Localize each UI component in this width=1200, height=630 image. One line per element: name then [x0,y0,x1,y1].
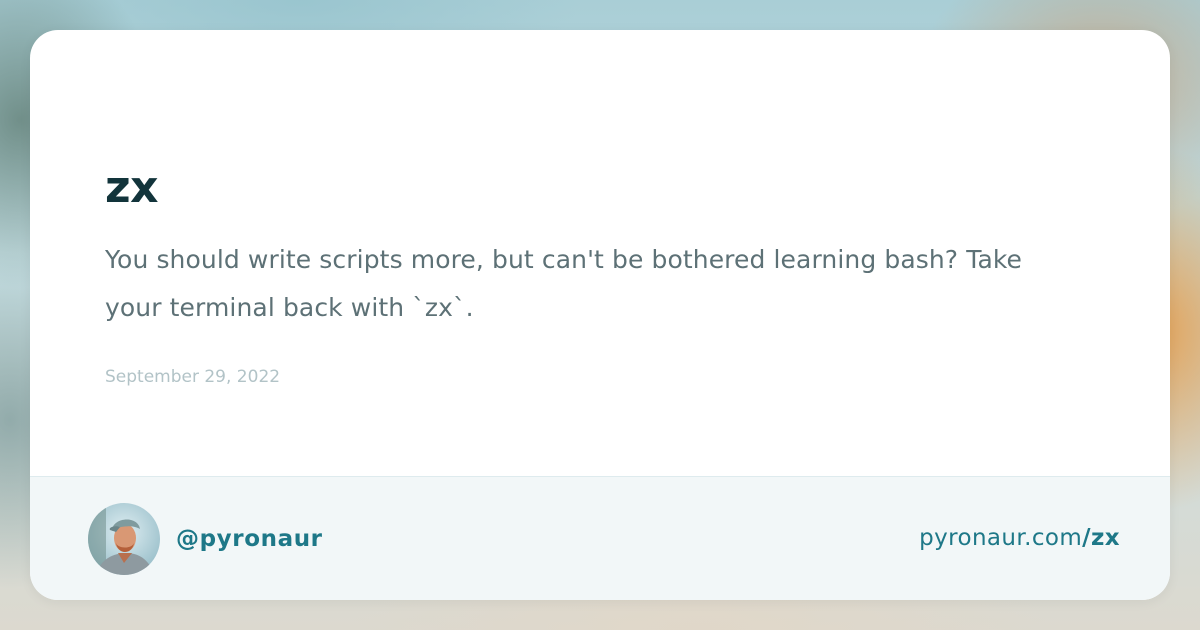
url-slug: /zx [1082,525,1120,551]
post-date: September 29, 2022 [105,367,281,387]
author-handle[interactable]: @pyronaur [176,526,323,552]
author-info[interactable]: @pyronaur [88,503,323,575]
url-domain: pyronaur.com [919,525,1083,551]
avatar[interactable] [88,503,160,575]
post-url-link[interactable]: pyronaur.com/zx [919,523,1120,553]
post-content: zx You should write scripts more, but ca… [105,160,1080,390]
post-description: You should write scripts more, but can't… [105,245,1023,322]
post-title: zx [105,162,159,213]
social-card: zx You should write scripts more, but ca… [30,30,1170,600]
card-footer: @pyronaur pyronaur.com/zx [30,476,1170,600]
